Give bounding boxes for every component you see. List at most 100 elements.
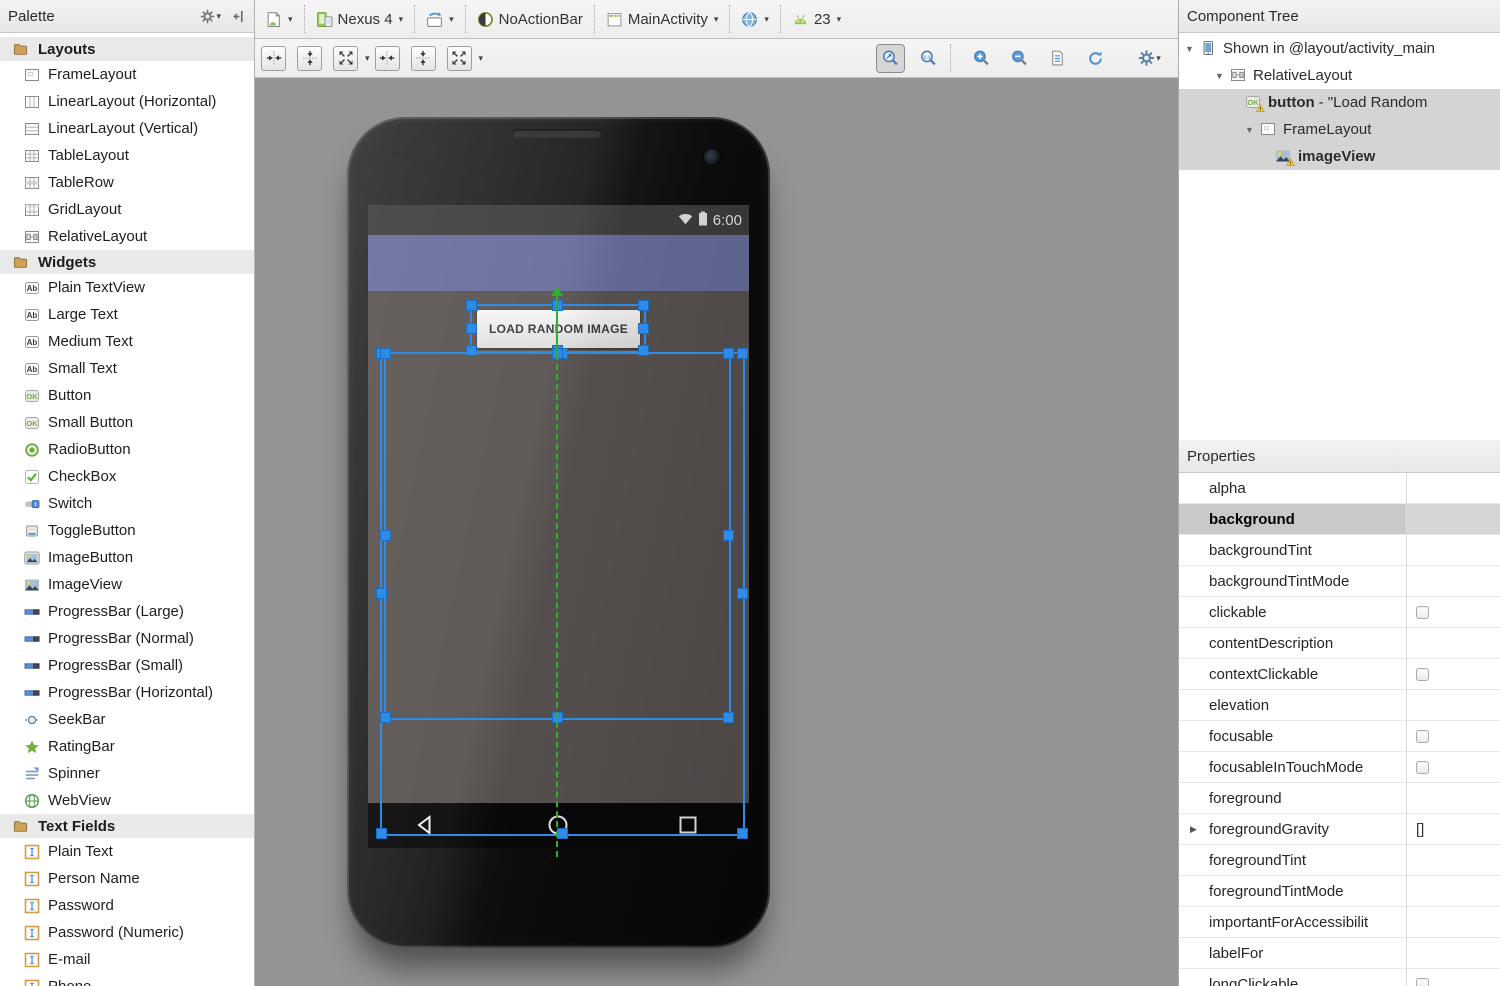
palette-item-plain-text[interactable]: Plain Text — [0, 838, 254, 865]
palette-item-small-button[interactable]: OKSmall Button — [0, 409, 254, 436]
palette-item-tablelayout[interactable]: TableLayout — [0, 142, 254, 169]
selection-handle[interactable] — [638, 300, 649, 311]
palette-item-medium-text[interactable]: AbMedium Text — [0, 328, 254, 355]
palette-item-e-mail[interactable]: E-mail — [0, 946, 254, 973]
prop-row-backgroundtintmode[interactable]: backgroundTintMode — [1179, 566, 1500, 597]
prop-row-alpha[interactable]: alpha — [1179, 473, 1500, 504]
palette-item-progressbar-small[interactable]: ProgressBar (Small) — [0, 652, 254, 679]
palette-item-phone[interactable]: Phone — [0, 973, 254, 986]
prop-row-foregroundgravity[interactable]: ▶foregroundGravity[] — [1179, 814, 1500, 845]
prop-checkbox[interactable] — [1416, 761, 1429, 774]
selection-handle[interactable] — [466, 323, 477, 334]
center-horizontally-button[interactable] — [261, 46, 286, 71]
palette-item-tablerow[interactable]: TableRow — [0, 169, 254, 196]
palette-item-progressbar-normal[interactable]: ProgressBar (Normal) — [0, 625, 254, 652]
actual-size-button[interactable]: 1:1 — [914, 44, 943, 73]
selection-handle[interactable] — [737, 588, 748, 599]
tree-row-button[interactable]: OKbutton - "Load Random — [1179, 89, 1500, 116]
prop-row-focusableintouchmode[interactable]: focusableInTouchMode — [1179, 752, 1500, 783]
selection-handle[interactable] — [723, 348, 734, 359]
palette-item-framelayout[interactable]: FrameLayout — [0, 61, 254, 88]
palette-item-imageview[interactable]: ImageView — [0, 571, 254, 598]
prop-row-contentdescription[interactable]: contentDescription — [1179, 628, 1500, 659]
activity-button[interactable]: MainActivity▾ — [602, 9, 723, 30]
palette-item-password[interactable]: Password — [0, 892, 254, 919]
settings-button[interactable]: ▾ — [1135, 44, 1164, 73]
expand-to-fill-button[interactable] — [333, 46, 358, 71]
palette-item-gridlayout[interactable]: GridLayout — [0, 196, 254, 223]
prop-row-foregroundtintmode[interactable]: foregroundTintMode — [1179, 876, 1500, 907]
orientation-button[interactable]: ▾ — [422, 9, 458, 30]
selection-handle[interactable] — [723, 530, 734, 541]
palette-section-widgets[interactable]: Widgets — [0, 250, 254, 274]
palette-section-layouts[interactable]: Layouts — [0, 37, 254, 61]
device-button[interactable]: Nexus 4▾ — [312, 9, 408, 30]
palette-item-togglebutton[interactable]: ToggleButton — [0, 517, 254, 544]
selection-handle[interactable] — [737, 828, 748, 839]
palette-item-switch[interactable]: Switch — [0, 490, 254, 517]
palette-item-radiobutton[interactable]: RadioButton — [0, 436, 254, 463]
prop-checkbox[interactable] — [1416, 606, 1429, 619]
palette-dock-button[interactable] — [231, 9, 246, 24]
selection-handle[interactable] — [466, 300, 477, 311]
tree-row-imageview[interactable]: imageView — [1179, 143, 1500, 170]
prop-checkbox[interactable] — [1416, 978, 1429, 986]
prop-row-clickable[interactable]: clickable — [1179, 597, 1500, 628]
zoom-to-fit-button[interactable] — [876, 44, 905, 73]
selection-handle[interactable] — [380, 530, 391, 541]
tree-row-framelayout[interactable]: ▼FrameLayout — [1179, 116, 1500, 143]
palette-item-password-numeric[interactable]: Password (Numeric) — [0, 919, 254, 946]
palette-settings-button[interactable]: ▾ — [200, 9, 221, 24]
expander-icon[interactable]: ▼ — [1245, 125, 1260, 135]
selection-button[interactable] — [470, 304, 646, 353]
palette-item-checkbox[interactable]: CheckBox — [0, 463, 254, 490]
center-vertically-button[interactable] — [297, 46, 322, 71]
palette-item-large-text[interactable]: AbLarge Text — [0, 301, 254, 328]
api-level-button[interactable]: 23▾ — [788, 9, 845, 30]
theme-button[interactable]: NoActionBar — [473, 9, 587, 30]
selection-handle[interactable] — [638, 323, 649, 334]
design-canvas[interactable]: 6:00 LOAD RANDOM IMAGE — [255, 78, 1178, 986]
center-horizontally-all-button[interactable] — [375, 46, 400, 71]
selection-handle[interactable] — [380, 348, 391, 359]
tree-row-relativelayout[interactable]: ▼RelativeLayout — [1179, 62, 1500, 89]
selection-handle[interactable] — [380, 712, 391, 723]
zoom-out-button[interactable] — [1005, 44, 1034, 73]
palette-section-text-fields[interactable]: Text Fields — [0, 814, 254, 838]
expander-icon[interactable]: ▶ — [1190, 824, 1197, 835]
prop-row-focusable[interactable]: focusable — [1179, 721, 1500, 752]
locale-button[interactable]: ▾ — [737, 9, 773, 30]
prop-row-longclickable[interactable]: longClickable — [1179, 969, 1500, 986]
prop-row-background[interactable]: background — [1179, 504, 1500, 535]
layout-variant-button[interactable]: ▾ — [261, 9, 297, 30]
prop-row-foreground[interactable]: foreground — [1179, 783, 1500, 814]
palette-item-seekbar[interactable]: SeekBar — [0, 706, 254, 733]
expand-to-fill-all-button[interactable] — [447, 46, 472, 71]
palette-item-spinner[interactable]: Spinner — [0, 760, 254, 787]
selection-handle[interactable] — [723, 712, 734, 723]
prop-row-elevation[interactable]: elevation — [1179, 690, 1500, 721]
selection-handle[interactable] — [557, 828, 568, 839]
palette-item-relativelayout[interactable]: RelativeLayout — [0, 223, 254, 250]
selection-handle[interactable] — [376, 828, 387, 839]
palette-item-linearlayout-horizontal[interactable]: LinearLayout (Horizontal) — [0, 88, 254, 115]
palette-item-small-text[interactable]: AbSmall Text — [0, 355, 254, 382]
prop-checkbox[interactable] — [1416, 668, 1429, 681]
prop-row-foregroundtint[interactable]: foregroundTint — [1179, 845, 1500, 876]
preview-xml-button[interactable] — [1043, 44, 1072, 73]
tree-row-activity-main[interactable]: ▼Shown in @layout/activity_main — [1179, 35, 1500, 62]
prop-checkbox[interactable] — [1416, 730, 1429, 743]
palette-item-progressbar-horizontal[interactable]: ProgressBar (Horizontal) — [0, 679, 254, 706]
prop-row-labelfor[interactable]: labelFor — [1179, 938, 1500, 969]
refresh-button[interactable] — [1081, 44, 1110, 73]
prop-row-backgroundtint[interactable]: backgroundTint — [1179, 535, 1500, 566]
palette-item-plain-textview[interactable]: AbPlain TextView — [0, 274, 254, 301]
palette-item-progressbar-large[interactable]: ProgressBar (Large) — [0, 598, 254, 625]
zoom-in-button[interactable] — [967, 44, 996, 73]
palette-item-button[interactable]: OKButton — [0, 382, 254, 409]
prop-row-contextclickable[interactable]: contextClickable — [1179, 659, 1500, 690]
selection-handle[interactable] — [737, 348, 748, 359]
prop-row-importantforaccessibilit[interactable]: importantForAccessibilit — [1179, 907, 1500, 938]
palette-item-ratingbar[interactable]: RatingBar — [0, 733, 254, 760]
palette-item-imagebutton[interactable]: ImageButton — [0, 544, 254, 571]
